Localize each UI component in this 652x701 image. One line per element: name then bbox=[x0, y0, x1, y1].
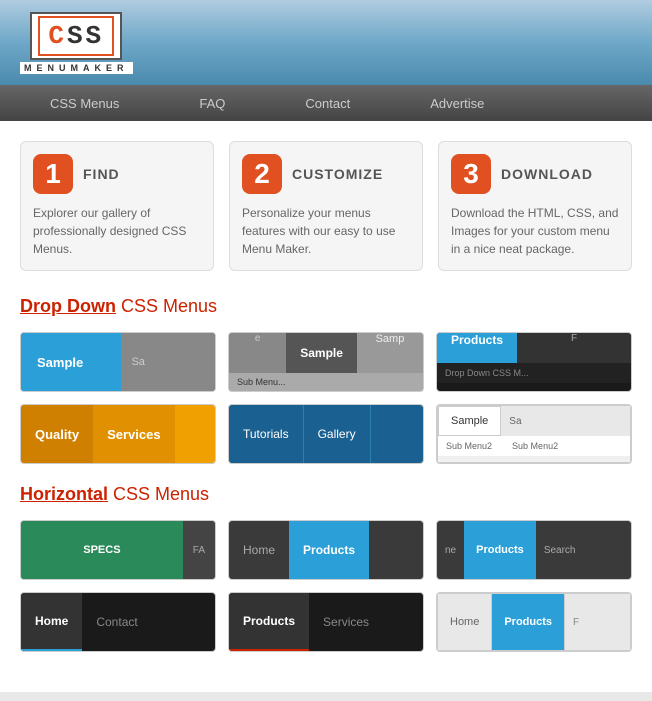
step-3-header: 3 DOWNLOAD bbox=[451, 154, 619, 194]
horizontal-menu-4[interactable]: Home Contact bbox=[20, 592, 216, 652]
logo-menumaker-text: MENUMAKER bbox=[20, 62, 133, 74]
blue-menu-sample-tab: Sample bbox=[21, 333, 121, 391]
home-prod2-home: Home bbox=[438, 594, 492, 650]
home-contact-contact: Contact bbox=[82, 593, 151, 651]
quality-tab: Quality bbox=[21, 405, 93, 463]
nav-bar: CSS Menus FAQ Contact Advertise bbox=[0, 85, 652, 121]
step-1-desc: Explorer our gallery of professionally d… bbox=[33, 204, 201, 258]
horizontal-menu-2[interactable]: Home Products bbox=[228, 520, 424, 580]
step-2-header: 2 CUSTOMIZE bbox=[242, 154, 410, 194]
sample-sub-tab: Sample bbox=[438, 406, 501, 436]
main-content: 1 FIND Explorer our gallery of professio… bbox=[0, 121, 652, 692]
blue-menu-inactive-tab: Sa bbox=[121, 333, 215, 391]
dropdown-menu-2[interactable]: e Sample Samp Sub Menu... bbox=[228, 332, 424, 392]
step-1-number: 1 bbox=[33, 154, 73, 194]
step-3-desc: Download the HTML, CSS, and Images for y… bbox=[451, 204, 619, 258]
step-3-number: 3 bbox=[451, 154, 491, 194]
dropdown-menu-6[interactable]: Sample Sa Sub Menu2 Sub Menu2 bbox=[436, 404, 632, 464]
submenu-item-2: Sub Menu2 bbox=[512, 441, 558, 451]
step-2-title: CUSTOMIZE bbox=[292, 166, 383, 182]
gray-menu-left: e bbox=[229, 333, 286, 373]
horizontal-title-rest: CSS Menus bbox=[108, 484, 209, 504]
horizontal-menu-6[interactable]: Home Products F bbox=[436, 592, 632, 652]
horizontal-menu-5[interactable]: Products Services bbox=[228, 592, 424, 652]
nav-advertise[interactable]: Advertise bbox=[390, 96, 524, 111]
tutorials-tab: Tutorials bbox=[229, 405, 304, 463]
products-dark-tab: Products bbox=[437, 333, 517, 363]
home-contact-home: Home bbox=[21, 593, 82, 651]
gray-menu-center: Sample bbox=[286, 333, 357, 373]
prod-serv-products: Products bbox=[229, 593, 309, 651]
search-products-tab: Products bbox=[464, 521, 536, 579]
specs-side: FA bbox=[183, 521, 215, 579]
gray-menu-sub: Sub Menu... bbox=[229, 373, 423, 391]
products-dark-side: F bbox=[517, 333, 631, 363]
sample-sub-side: Sa bbox=[501, 406, 630, 436]
logo-box: CSS bbox=[30, 12, 122, 60]
search-label: Search bbox=[536, 521, 584, 579]
gallery-tab: Gallery bbox=[304, 405, 371, 463]
services-tab: Services bbox=[93, 405, 175, 463]
dropdown-menu-grid: Sample Sa e Sample Samp Sub Menu... Prod… bbox=[20, 332, 632, 464]
horizontal-menu-grid: SPECS FA Home Products ne Products Searc… bbox=[20, 520, 632, 652]
submenu-item-1: Sub Menu2 bbox=[446, 441, 492, 451]
step-2-card: 2 CUSTOMIZE Personalize your menus featu… bbox=[229, 141, 423, 271]
dropdown-section-title: Drop Down CSS Menus bbox=[20, 296, 632, 317]
horizontal-title-highlight: Horizontal bbox=[20, 484, 108, 504]
step-1-card: 1 FIND Explorer our gallery of professio… bbox=[20, 141, 214, 271]
prod-serv-services: Services bbox=[309, 593, 383, 651]
nav-faq[interactable]: FAQ bbox=[159, 96, 265, 111]
dropdown-menu-1[interactable]: Sample Sa bbox=[20, 332, 216, 392]
step-2-desc: Personalize your menus features with our… bbox=[242, 204, 410, 258]
home-prod2-products: Products bbox=[492, 594, 565, 650]
gray-menu-right: Samp bbox=[357, 333, 423, 373]
dropdown-menu-3[interactable]: Products F Drop Down CSS M... bbox=[436, 332, 632, 392]
step-1-title: FIND bbox=[83, 166, 120, 182]
step-3-card: 3 DOWNLOAD Download the HTML, CSS, and I… bbox=[438, 141, 632, 271]
specs-tab: SPECS bbox=[21, 521, 183, 579]
step-3-title: DOWNLOAD bbox=[501, 166, 593, 182]
step-1-header: 1 FIND bbox=[33, 154, 201, 194]
products-dark-sub: Drop Down CSS M... bbox=[437, 363, 631, 383]
dropdown-title-rest: CSS Menus bbox=[116, 296, 217, 316]
horizontal-menu-3[interactable]: ne Products Search bbox=[436, 520, 632, 580]
dropdown-menu-5[interactable]: Tutorials Gallery bbox=[228, 404, 424, 464]
dropdown-menu-4[interactable]: Quality Services bbox=[20, 404, 216, 464]
home-tab: Home bbox=[229, 521, 289, 579]
nav-css-menus[interactable]: CSS Menus bbox=[10, 96, 159, 111]
nav-contact[interactable]: Contact bbox=[265, 96, 390, 111]
steps-section: 1 FIND Explorer our gallery of professio… bbox=[20, 141, 632, 271]
products-tab-active: Products bbox=[289, 521, 369, 579]
horizontal-section-title: Horizontal CSS Menus bbox=[20, 484, 632, 505]
header: CSS MENUMAKER bbox=[0, 0, 652, 85]
search-left: ne bbox=[437, 521, 464, 579]
step-2-number: 2 bbox=[242, 154, 282, 194]
logo[interactable]: CSS MENUMAKER bbox=[20, 12, 133, 74]
home-prod2-side: F bbox=[565, 594, 587, 650]
horizontal-menu-1[interactable]: SPECS FA bbox=[20, 520, 216, 580]
dropdown-title-highlight: Drop Down bbox=[20, 296, 116, 316]
